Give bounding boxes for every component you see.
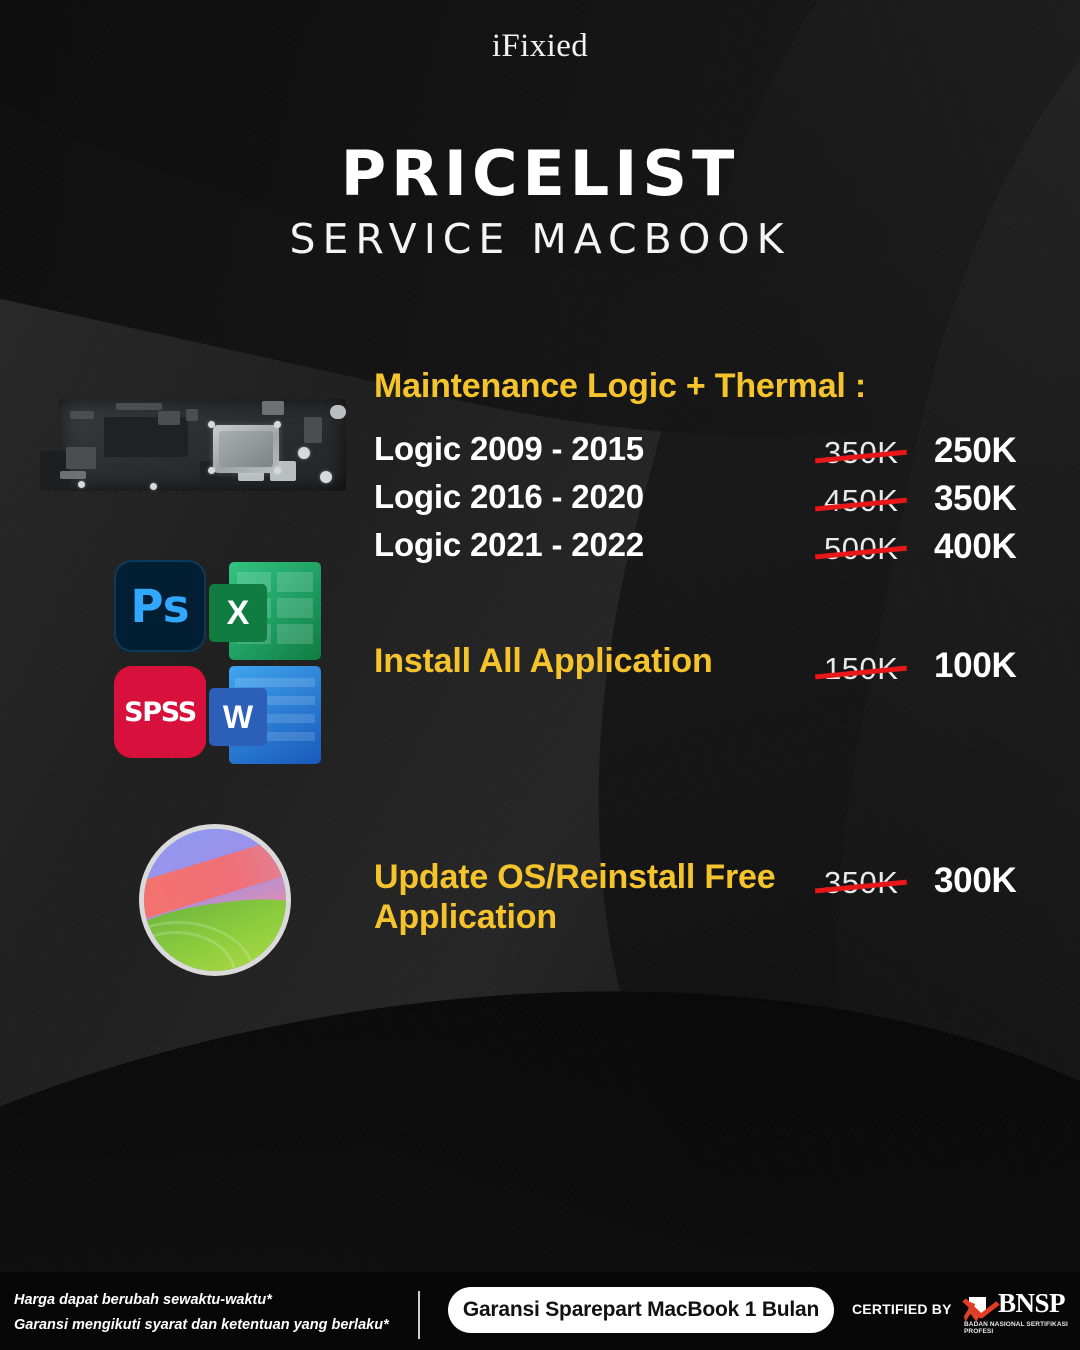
- board-screw: [78, 481, 85, 488]
- section-heading-update-os: Update OS/Reinstall Free Application: [374, 857, 804, 937]
- item-label-logic-2016-2020: Logic 2016 - 2020: [374, 478, 644, 515]
- bnsp-logo: BNSP BADAN NASIONAL SERTIFIKASI PROFESI: [962, 1286, 1074, 1335]
- board-screw: [274, 421, 281, 428]
- disclaimer-line-1: Harga dapat berubah sewaktu-waktu*: [14, 1292, 272, 1308]
- bnsp-subtitle: BADAN NASIONAL SERTIFIKASI PROFESI: [964, 1321, 1068, 1335]
- cpu-die: [219, 431, 273, 467]
- board-screw: [208, 421, 215, 428]
- board-chip: [158, 411, 180, 425]
- application-icons-group: Ps X SPSS W: [114, 560, 334, 764]
- spss-icon: SPSS: [114, 666, 206, 758]
- item-label-logic-2021-2022: Logic 2021 - 2022: [374, 526, 644, 563]
- board-chip: [304, 417, 322, 443]
- board-chip: [66, 447, 96, 469]
- board-pad: [330, 405, 346, 419]
- spss-icon-label: SPSS: [124, 696, 197, 728]
- board-chip: [262, 401, 284, 415]
- board-screw: [274, 467, 281, 474]
- new-price-logic-2016-2020: 350K: [934, 479, 1017, 518]
- section-heading-update-os-line2: Application: [374, 898, 557, 937]
- old-price-update-os: 350K: [814, 865, 908, 901]
- board-screw: [150, 483, 157, 490]
- word-icon: W: [209, 688, 267, 746]
- item-label-logic-2009-2015: Logic 2009 - 2015: [374, 430, 644, 467]
- new-price-logic-2021-2022: 400K: [934, 527, 1017, 566]
- old-price-logic-2009-2015: 350K: [814, 435, 908, 471]
- title-block: PRICELIST SERVICE MACBOOK: [0, 142, 1080, 263]
- word-icon-label: W: [222, 698, 254, 735]
- section-heading-maintenance: Maintenance Logic + Thermal :: [374, 367, 867, 405]
- macos-sonoma-icon: [139, 824, 291, 976]
- disclaimer-line-2: Garansi mengikuti syarat dan ketentuan y…: [14, 1317, 389, 1334]
- old-price-logic-2016-2020: 450K: [814, 483, 908, 519]
- new-price-logic-2009-2015: 250K: [934, 431, 1017, 470]
- board-screw: [208, 467, 215, 474]
- excel-icon-label: X: [226, 593, 250, 632]
- footer-bar: Harga dapat berubah sewaktu-waktu* Garan…: [0, 1272, 1080, 1350]
- page-title: PRICELIST: [340, 137, 740, 210]
- board-connector: [60, 471, 86, 479]
- old-price-install-apps: 150K: [814, 651, 908, 687]
- guarantee-badge: Garansi Sparepart MacBook 1 Bulan: [448, 1287, 834, 1333]
- footer-disclaimer: Harga dapat berubah sewaktu-waktu* Garan…: [14, 1288, 389, 1339]
- guarantee-badge-label: Garansi Sparepart MacBook 1 Bulan: [462, 1298, 820, 1321]
- new-price-update-os: 300K: [934, 861, 1017, 900]
- board-connector: [70, 411, 94, 419]
- section-heading-update-os-line1: Update OS/Reinstall Free: [374, 858, 776, 896]
- board-screw: [298, 447, 310, 459]
- bnsp-emblem-icon: [962, 1286, 1000, 1324]
- board-connector: [116, 403, 162, 410]
- section-heading-install-apps: Install All Application: [374, 642, 713, 680]
- board-chip: [186, 409, 198, 421]
- bnsp-wordmark: BNSP: [998, 1288, 1066, 1318]
- excel-icon: X: [209, 584, 267, 642]
- old-price-logic-2021-2022: 500K: [814, 531, 908, 567]
- cpu-shield: [213, 425, 279, 473]
- macbook-logic-board-image: [40, 385, 360, 505]
- footer-divider: [418, 1291, 420, 1339]
- photoshop-icon: Ps: [114, 560, 206, 652]
- photoshop-icon-label: Ps: [130, 579, 190, 633]
- page-subtitle: SERVICE MACBOOK: [289, 215, 791, 264]
- logic-board-pcb: [40, 399, 346, 491]
- brand-logo: iFixied: [491, 28, 589, 64]
- certified-by-label: CERTIFIED BY: [852, 1301, 952, 1317]
- new-price-install-apps: 100K: [934, 646, 1017, 685]
- board-screw: [320, 471, 332, 483]
